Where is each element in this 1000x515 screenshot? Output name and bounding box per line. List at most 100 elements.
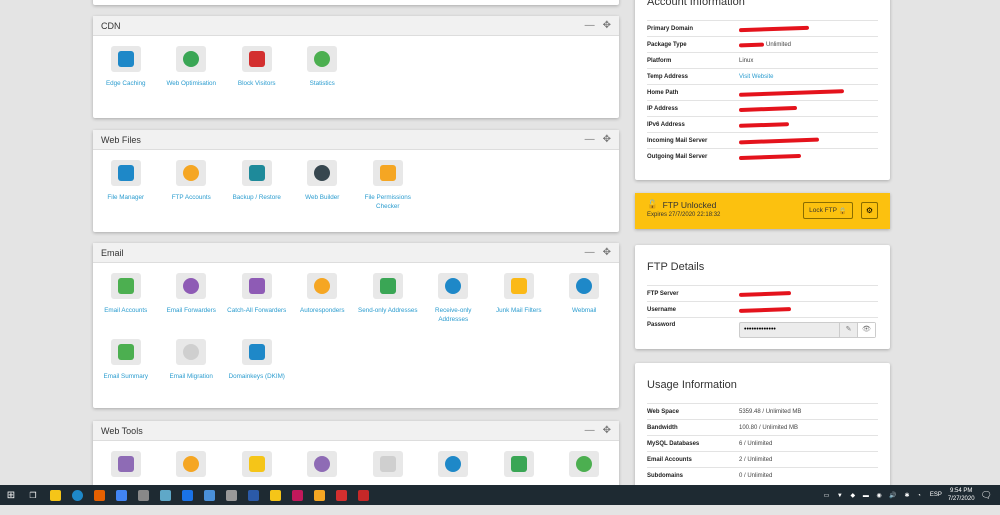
account-key: IPv6 Address: [647, 121, 685, 128]
panel-title: Web Tools: [101, 425, 143, 436]
start-button[interactable]: ⊞: [0, 485, 22, 505]
panel-email: Email — ✥ Email Accounts Email Forwarders Cat…: [93, 243, 619, 408]
taskbar-app-icon[interactable]: [110, 485, 132, 505]
minimize-icon[interactable]: —: [585, 20, 595, 31]
tool-label: Email Forwarders: [166, 307, 216, 314]
account-key: Temp Address: [647, 73, 689, 80]
tool-email-forwarders[interactable]: Email Forwarders: [159, 271, 225, 337]
tool-label: Domainkeys (DKIM): [228, 373, 285, 380]
php-icon: [305, 449, 339, 479]
account-row: Incoming Mail Server: [647, 132, 878, 148]
system-tray-icons[interactable]: ▭ ▼ ◆ ▬ ◉ 🔊 ✱ ◔: [824, 492, 924, 499]
tool-phpmyadmin[interactable]: [93, 449, 159, 515]
taskbar-app-icon[interactable]: [88, 485, 110, 505]
notifications-icon[interactable]: 🗨: [981, 490, 992, 501]
taskbar-app-icon[interactable]: [198, 485, 220, 505]
visit-website-link[interactable]: Visit Website: [739, 74, 773, 80]
task-view-icon[interactable]: ❐: [22, 485, 44, 505]
move-handle-icon[interactable]: ✥: [603, 247, 611, 258]
taskbar-app-icon[interactable]: [330, 485, 352, 505]
tool-edge-caching[interactable]: Edge Caching: [93, 44, 159, 110]
tool-label: Web Builder: [305, 194, 340, 201]
lock-ftp-button[interactable]: Lock FTP 🔒: [803, 202, 853, 219]
usage-value: 5359.48 / Unlimited MB: [739, 408, 802, 415]
ftp-settings-button[interactable]: ⚙: [861, 202, 878, 219]
redacted-value: [738, 88, 845, 97]
move-handle-icon[interactable]: ✥: [603, 20, 611, 31]
edge-icon[interactable]: [66, 485, 88, 505]
tool-email-summary[interactable]: Email Summary: [93, 337, 159, 403]
tool-send-only[interactable]: Send-only Addresses: [355, 271, 421, 337]
usage-value: 6 / Unlimited: [739, 440, 773, 447]
top-panel-partial: [93, 0, 619, 5]
ftp-details-title: FTP Details: [647, 261, 705, 273]
taskbar-app-icon[interactable]: [308, 485, 330, 505]
tool-database[interactable]: [159, 449, 225, 515]
tool-funnel[interactable]: Junk Mail Filters: [486, 271, 552, 337]
tool-xml-file[interactable]: [552, 449, 618, 515]
taskbar-app-icon[interactable]: [132, 485, 154, 505]
taskbar-app-icon[interactable]: [286, 485, 308, 505]
account-row: IP Address: [647, 100, 878, 116]
minimize-icon[interactable]: —: [585, 425, 595, 436]
account-row: Temp Address Visit Website: [647, 68, 878, 84]
tool-receive-only[interactable]: Receive-only Addresses: [421, 271, 487, 337]
clock[interactable]: 9:54 PM 7/27/2020: [948, 487, 975, 503]
tool-label: Edge Caching: [105, 80, 146, 87]
tool-php[interactable]: [290, 449, 356, 515]
backup-icon: [240, 158, 274, 188]
tool-catch-all[interactable]: Catch-All Forwarders: [224, 271, 290, 337]
panel-header: CDN — ✥: [93, 16, 619, 36]
taskbar-app-icon[interactable]: [220, 485, 242, 505]
taskbar-app-icon[interactable]: [154, 485, 176, 505]
ftp-status-bar: 🔓 FTP Unlocked Expires 27/7/2020 22:18:32…: [635, 193, 890, 229]
file-explorer-icon[interactable]: [44, 485, 66, 505]
tool-speedometer[interactable]: Web Optimisation: [159, 44, 225, 110]
taskbar-app-icon[interactable]: [352, 485, 374, 505]
panel-header: Email — ✥: [93, 243, 619, 263]
usage-title: Usage Information: [647, 379, 737, 391]
account-key: Incoming Mail Server: [647, 137, 708, 144]
minimize-icon[interactable]: —: [585, 134, 595, 145]
tool-permissions-folder[interactable]: File Permissions Checker: [355, 158, 421, 224]
tool-label: File Permissions Checker: [364, 194, 411, 210]
minimize-icon[interactable]: —: [585, 247, 595, 258]
tool-paper-plane[interactable]: Email Migration: [159, 337, 225, 403]
usage-value: 2 / Unlimited: [739, 456, 773, 463]
tool-backup[interactable]: Backup / Restore: [224, 158, 290, 224]
usage-row: Email Accounts 2 / Unlimited: [647, 451, 878, 467]
tool-web-builder[interactable]: Web Builder: [290, 158, 356, 224]
tool-statistics[interactable]: Statistics: [290, 44, 356, 110]
panel-web-files: Web Files — ✥ File Manager FTP Accounts Backu…: [93, 130, 619, 232]
tool-redirect[interactable]: [486, 449, 552, 515]
tool-label: Backup / Restore: [232, 194, 281, 201]
send-only-icon: [371, 271, 405, 301]
panel-title: Web Files: [101, 134, 141, 145]
tool-label: Email Accounts: [104, 307, 148, 314]
tool-php-file[interactable]: [355, 449, 421, 515]
move-handle-icon[interactable]: ✥: [603, 425, 611, 436]
tool-email-accounts[interactable]: Email Accounts: [93, 271, 159, 337]
funnel-icon: [502, 271, 536, 301]
tool-webmail[interactable]: Webmail: [552, 271, 618, 337]
tool-calendar[interactable]: [421, 449, 487, 515]
tool-mysql[interactable]: [224, 449, 290, 515]
password-field[interactable]: •••••••••••••: [740, 323, 839, 337]
block-icon: [240, 44, 274, 74]
email-summary-icon: [109, 337, 143, 367]
taskbar-app-icon[interactable]: [242, 485, 264, 505]
tool-block[interactable]: Block Visitors: [224, 44, 290, 110]
tool-label: Email Migration: [169, 373, 213, 380]
taskbar-app-icon[interactable]: [176, 485, 198, 505]
taskbar-app-icon[interactable]: [264, 485, 286, 505]
tool-key[interactable]: Domainkeys (DKIM): [224, 337, 290, 403]
redirect-icon: [502, 449, 536, 479]
tool-folder[interactable]: File Manager: [93, 158, 159, 224]
language-indicator[interactable]: ESP: [930, 492, 942, 498]
show-password-eye-icon[interactable]: 👁: [857, 323, 875, 337]
move-handle-icon[interactable]: ✥: [603, 134, 611, 145]
panel-header: Web Tools — ✥: [93, 421, 619, 441]
tool-autoresponder[interactable]: Autoresponders: [290, 271, 356, 337]
edit-pencil-icon[interactable]: ✎: [839, 323, 857, 337]
tool-ftp-folder[interactable]: FTP Accounts: [159, 158, 225, 224]
